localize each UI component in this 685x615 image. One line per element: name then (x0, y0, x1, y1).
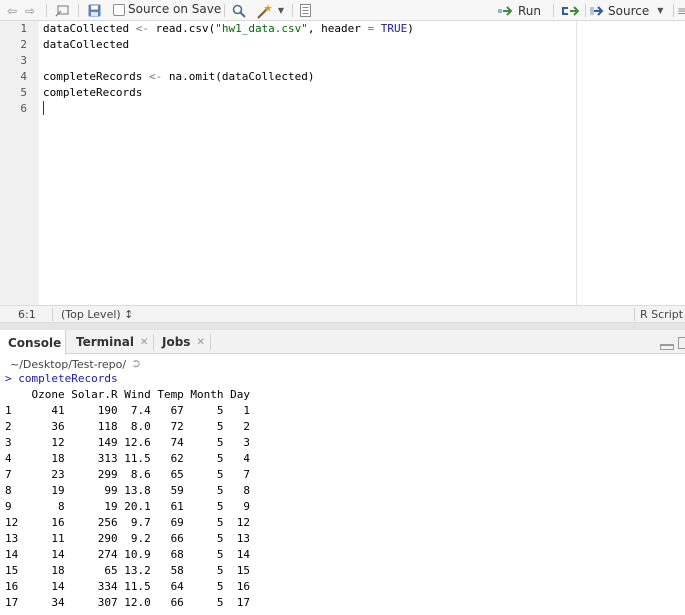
toolbar-divider (585, 4, 586, 17)
table-row: 2 36 118 8.0 72 5 2 (5, 420, 251, 433)
code-token: completeRecords (43, 70, 143, 83)
toolbar-divider (553, 4, 554, 17)
rerun-icon[interactable] (559, 0, 581, 21)
forward-arrow-icon[interactable]: ⇨ (23, 0, 37, 21)
close-icon[interactable]: ✕ (196, 337, 204, 348)
file-type-selector[interactable]: R Script (640, 308, 683, 321)
search-icon[interactable] (231, 0, 247, 21)
maximize-pane-icon[interactable] (678, 337, 685, 349)
editor-toolbar: ⇦ ⇨ Source on Save ▼ Run Source ▼ ≡ (0, 0, 685, 21)
code-line: dataCollected <- read.csv("hw1_data.csv"… (43, 21, 414, 37)
back-arrow-icon[interactable]: ⇦ (5, 0, 19, 21)
source-on-save-label[interactable]: Source on Save (128, 2, 221, 16)
source-button[interactable]: Source ▼ (590, 0, 663, 21)
line-number: 1 (20, 22, 27, 35)
table-row: 13 11 290 9.2 66 5 13 (5, 532, 251, 545)
code-tools-dropdown-icon[interactable]: ▼ (277, 0, 285, 21)
go-to-directory-icon[interactable]: ➲ (131, 356, 141, 370)
table-row: 15 18 65 13.2 58 5 15 (5, 564, 251, 577)
tab-console[interactable]: Console (0, 330, 66, 355)
text-cursor (43, 101, 44, 115)
code-line: completeRecords (43, 85, 142, 101)
code-token: na.omit(dataCollected) (168, 70, 315, 83)
tab-label: Jobs (162, 335, 191, 349)
table-row: 12 16 256 9.7 69 5 12 (5, 516, 251, 529)
console-command-line: > completeRecords (5, 373, 118, 387)
run-arrow-icon (498, 5, 513, 16)
tab-divider (210, 334, 211, 350)
toolbar-divider (78, 4, 79, 17)
table-row: 16 14 334 11.5 64 5 16 (5, 580, 251, 593)
tab-jobs[interactable]: Jobs ✕ (162, 330, 205, 354)
scope-selector[interactable]: (Top Level) ↕ (61, 308, 133, 321)
code-token: "hw1_data.csv" (215, 22, 308, 35)
code-token: TRUE (380, 22, 408, 35)
code-editor[interactable]: dataCollected <- read.csv("hw1_data.csv"… (39, 21, 685, 305)
console-prompt: > (5, 373, 12, 385)
working-directory[interactable]: ~/Desktop/Test-repo/ (10, 358, 126, 371)
print-margin-line (576, 21, 577, 305)
table-row: 9 8 19 20.1 61 5 9 (5, 500, 251, 513)
pane-splitter[interactable] (0, 323, 685, 330)
console-command: completeRecords (18, 373, 118, 385)
save-icon[interactable] (86, 0, 102, 21)
console-tab-bar: Console Terminal ✕ Jobs ✕ (0, 330, 685, 355)
status-divider (634, 308, 635, 321)
tab-terminal[interactable]: Terminal ✕ (76, 330, 148, 354)
code-token: read.csv( (155, 22, 216, 35)
code-token: , header (307, 22, 368, 35)
minimize-pane-icon[interactable] (660, 344, 674, 350)
toolbar-divider (292, 4, 293, 17)
document-outline-icon[interactable] (298, 0, 312, 21)
tab-divider (153, 334, 154, 350)
table-row: 17 34 307 12.0 66 5 17 (5, 596, 251, 609)
table-row: 14 14 274 10.9 68 5 14 (5, 548, 251, 561)
line-number: 4 (20, 70, 27, 83)
line-number: 2 (20, 38, 27, 51)
working-directory-bar: ~/Desktop/Test-repo/ ➲ (0, 355, 685, 373)
status-divider (52, 308, 53, 321)
editor-status-bar: 6:1 (Top Level) ↕ R Script (0, 305, 685, 323)
run-label: Run (518, 3, 542, 18)
close-icon[interactable]: ✕ (140, 337, 148, 348)
table-header: Ozone Solar.R Wind Temp Month Day (5, 388, 251, 401)
show-in-window-icon[interactable] (54, 0, 70, 21)
run-button[interactable]: Run (498, 0, 541, 21)
tab-label: Terminal (76, 335, 135, 349)
table-row: 3 12 149 12.6 74 5 3 (5, 436, 251, 449)
code-token: <- (129, 22, 156, 35)
code-line: dataCollected (43, 37, 129, 53)
line-number-gutter: 1 2 3 4 5 6 (0, 21, 39, 305)
console-output[interactable]: > completeRecords Ozone Solar.R Wind Tem… (0, 373, 685, 615)
code-token: completeRecords (43, 86, 143, 99)
table-row: 8 19 99 13.8 59 5 8 (5, 484, 251, 497)
tab-label: Console (8, 335, 62, 350)
toolbar-divider (673, 4, 674, 17)
code-token: ) (407, 22, 414, 35)
table-row: 7 23 299 8.6 65 5 7 (5, 468, 251, 481)
source-arrow-icon (590, 5, 604, 16)
source-dropdown-icon[interactable]: ▼ (657, 6, 663, 15)
table-row: 1 41 190 7.4 67 5 1 (5, 404, 251, 417)
code-line: completeRecords <- na.omit(dataCollected… (43, 69, 315, 85)
line-number: 5 (20, 86, 27, 99)
code-token: <- (142, 70, 169, 83)
cursor-position: 6:1 (18, 308, 36, 321)
toolbar-divider (224, 4, 225, 17)
source-label: Source (608, 3, 650, 18)
line-number: 3 (20, 54, 27, 67)
editor-overflow-menu-icon[interactable]: ≡ (677, 0, 685, 21)
table-row: 4 18 313 11.5 62 5 4 (5, 452, 251, 465)
source-on-save-checkbox[interactable] (113, 4, 125, 16)
line-number: 6 (20, 102, 27, 115)
code-token: dataCollected (43, 38, 130, 51)
code-token: dataCollected (43, 22, 130, 35)
toolbar-divider (46, 4, 47, 17)
code-tools-wand-icon[interactable] (255, 0, 275, 21)
